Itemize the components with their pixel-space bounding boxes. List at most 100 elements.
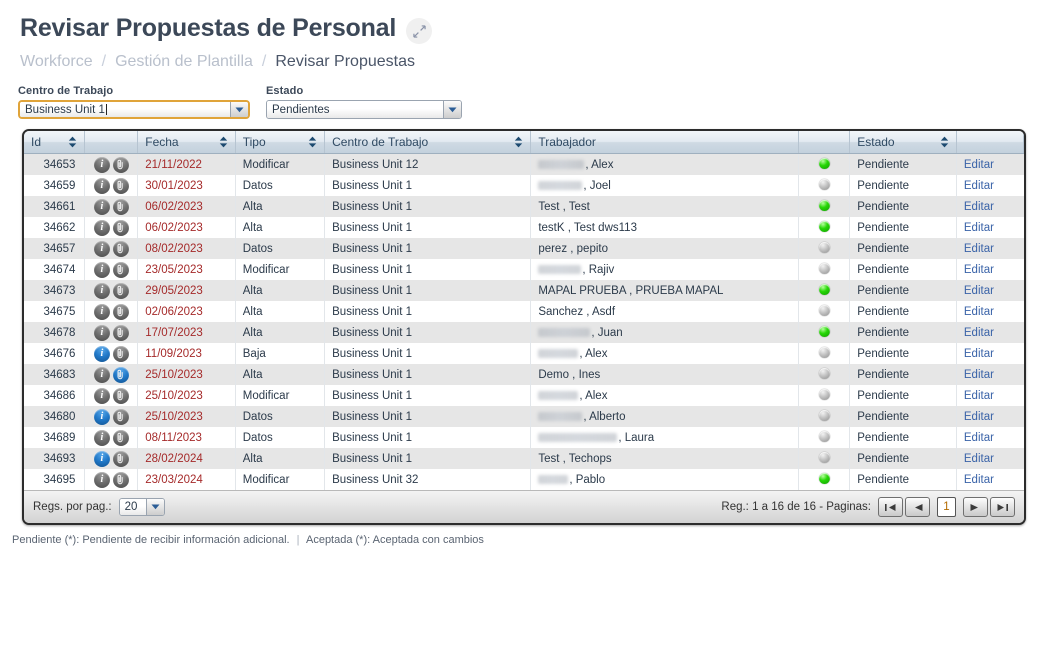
sort-icon[interactable] [940,136,949,148]
table-row[interactable]: 34689 i 08/11/2023 Datos Business Unit 1, La… [24,427,1024,448]
table-row[interactable]: 34657 i 08/02/2023 Datos Business Unit 1 pere… [24,238,1024,259]
edit-link[interactable]: Editar [964,327,994,339]
edit-link[interactable]: Editar [964,369,994,381]
info-icon[interactable]: i [93,282,110,299]
edit-link[interactable]: Editar [964,159,994,171]
sort-icon[interactable] [308,136,317,148]
per-page-select[interactable]: 20 [118,498,165,516]
info-icon[interactable]: i [93,324,110,341]
edit-link[interactable]: Editar [964,411,994,423]
breadcrumb-item-workforce[interactable]: Workforce [20,53,93,71]
chevron-down-icon[interactable] [230,102,248,117]
column-header-estado[interactable]: Estado [849,131,957,154]
sort-icon[interactable] [68,136,77,148]
info-icon[interactable]: i [93,177,110,194]
last-page-button[interactable] [990,497,1015,517]
info-icon[interactable]: i [93,450,110,467]
sort-icon[interactable] [514,136,523,148]
attachment-icon[interactable] [112,450,129,467]
table-row[interactable]: 34678 i 17/07/2023 Alta Business Unit 1, Jua… [24,322,1024,343]
attachment-icon[interactable] [112,282,129,299]
breadcrumb-item-gestion-de-plantilla[interactable]: Gestión de Plantilla [115,53,253,71]
edit-link[interactable]: Editar [964,306,994,318]
table-row[interactable]: 34680 i 25/10/2023 Datos Business Unit 1, Al… [24,406,1024,427]
attachment-icon[interactable] [112,387,129,404]
edit-link[interactable]: Editar [964,432,994,444]
attachment-icon[interactable] [112,366,129,383]
table-row[interactable]: 34683 i 25/10/2023 Alta Business Unit 1 Demo … [24,364,1024,385]
edit-link[interactable]: Editar [964,264,994,276]
edit-link[interactable]: Editar [964,348,994,360]
info-icon[interactable]: i [93,156,110,173]
table-row[interactable]: 34693 i 28/02/2024 Alta Business Unit 1 Test … [24,448,1024,469]
prev-page-button[interactable] [905,497,930,517]
estado-select[interactable]: Pendientes [266,100,462,119]
edit-link[interactable]: Editar [964,474,994,486]
chevron-down-icon[interactable] [145,499,164,515]
edit-link[interactable]: Editar [964,390,994,402]
attachment-icon[interactable] [112,240,129,257]
attachment-icon[interactable] [112,429,129,446]
attachment-icon[interactable] [112,324,129,341]
filter-centro-de-trabajo: Centro de Trabajo Business Unit 1 [18,85,250,119]
centro-de-trabajo-value-wrap[interactable]: Business Unit 1 [20,102,230,117]
info-icon[interactable]: i [93,261,110,278]
per-page-value-wrap[interactable]: 20 [119,499,146,515]
edit-link[interactable]: Editar [964,285,994,297]
attachment-icon[interactable] [112,471,129,488]
info-icon[interactable]: i [93,345,110,362]
attachment-icon[interactable] [112,261,129,278]
column-header-tipo[interactable]: Tipo [235,131,326,154]
attachment-icon[interactable] [112,408,129,425]
table-row[interactable]: 34675 i 02/06/2023 Alta Business Unit 1 Sanch… [24,301,1024,322]
info-icon[interactable]: i [93,219,110,236]
centro-de-trabajo-select[interactable]: Business Unit 1 [18,100,250,119]
first-page-button[interactable] [878,497,903,517]
cell-id: 34661 [24,196,86,217]
info-icon[interactable]: i [93,387,110,404]
table-row[interactable]: 34659 i 30/01/2023 Datos Business Unit 1, Jo… [24,175,1024,196]
attachment-icon[interactable] [112,219,129,236]
expand-arrows-icon[interactable] [406,18,433,44]
table-row[interactable]: 34695 i 23/03/2024 Modificar Business Unit 3… [24,469,1024,490]
table-row[interactable]: 34676 i 11/09/2023 Baja Business Unit 1, Ale… [24,343,1024,364]
edit-link[interactable]: Editar [964,180,994,192]
attachment-icon[interactable] [112,198,129,215]
next-page-button[interactable] [963,497,988,517]
column-header-centro-de-trabajo[interactable]: Centro de Trabajo [324,131,532,154]
cell-tipo: Datos [235,406,326,427]
cell-trabajador: Test , Test [530,196,800,217]
estado-value-wrap[interactable]: Pendientes [267,101,443,118]
info-icon[interactable]: i [93,429,110,446]
cell-trabajador: perez , pepito [530,238,800,259]
table-row[interactable]: 34674 i 23/05/2023 Modificar Business Unit 1… [24,259,1024,280]
info-icon[interactable]: i [93,471,110,488]
table-row[interactable]: 34653 i 21/11/2022 Modificar Business Unit 1… [24,153,1024,175]
column-header-fecha[interactable]: Fecha [137,131,236,154]
table-row[interactable]: 34673 i 29/05/2023 Alta Business Unit 1 MAPAL… [24,280,1024,301]
cell-status-indicator [798,385,851,406]
edit-link[interactable]: Editar [964,453,994,465]
cell-centro: Business Unit 1 [324,301,532,322]
edit-link[interactable]: Editar [964,222,994,234]
column-header-id[interactable]: Id [24,131,86,154]
info-icon[interactable]: i [93,366,110,383]
chevron-down-glyph [448,107,457,112]
sort-icon[interactable] [219,136,228,148]
table-row[interactable]: 34661 i 06/02/2023 Alta Business Unit 1 Test … [24,196,1024,217]
attachment-icon[interactable] [112,177,129,194]
edit-link[interactable]: Editar [964,243,994,255]
status-dot-gray [818,430,830,442]
table-row[interactable]: 34686 i 25/10/2023 Modificar Business Unit 1… [24,385,1024,406]
info-icon[interactable]: i [93,240,110,257]
chevron-down-icon[interactable] [443,101,461,118]
attachment-icon[interactable] [112,303,129,320]
table-row[interactable]: 34662 i 06/02/2023 Alta Business Unit 1 testK… [24,217,1024,238]
attachment-icon[interactable] [112,156,129,173]
edit-link[interactable]: Editar [964,201,994,213]
attachment-icon[interactable] [112,345,129,362]
info-icon[interactable]: i [93,303,110,320]
info-icon[interactable]: i [93,198,110,215]
page-number-input[interactable]: 1 [937,497,956,517]
info-icon[interactable]: i [93,408,110,425]
